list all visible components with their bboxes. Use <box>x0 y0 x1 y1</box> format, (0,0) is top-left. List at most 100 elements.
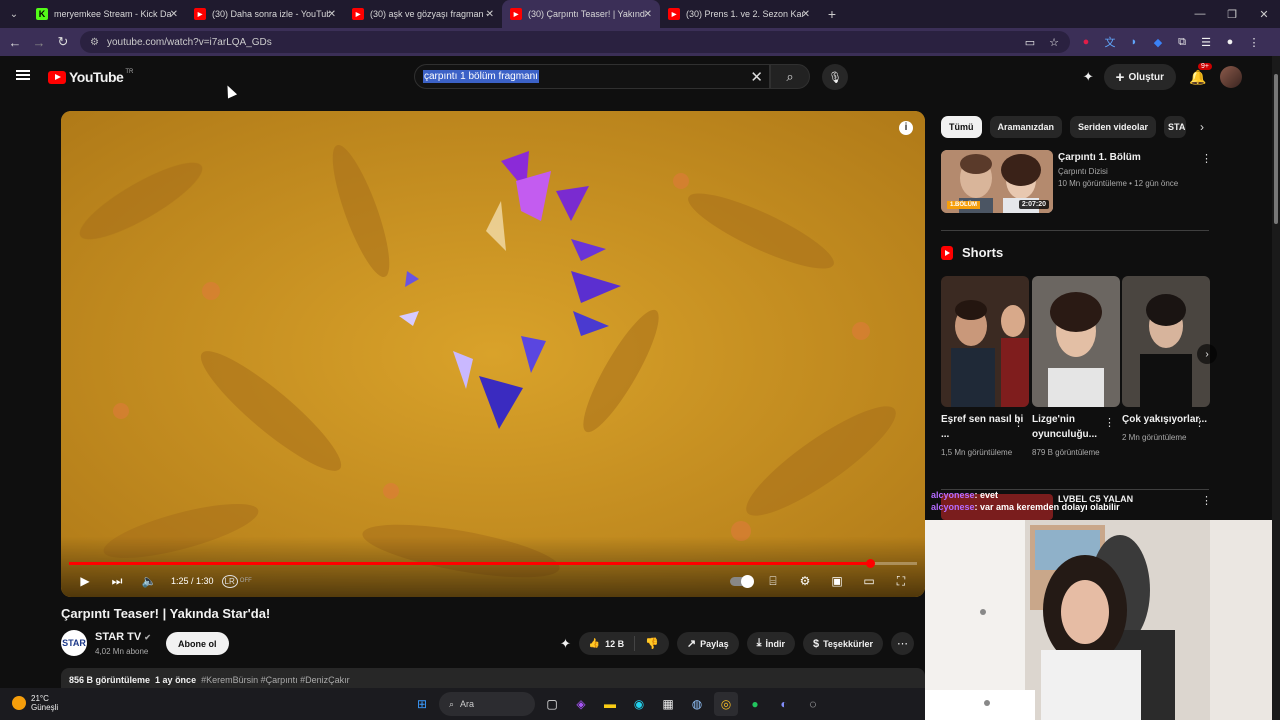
discord-icon[interactable]: ◐ <box>772 692 796 716</box>
subscribe-button[interactable]: Abone ol <box>166 632 229 655</box>
search-box[interactable]: çarpıntı 1 bölüm fragmanı ✕ <box>414 64 770 89</box>
close-window-icon[interactable]: ✕ <box>1248 0 1280 28</box>
scrubber-handle[interactable] <box>865 559 875 568</box>
store-icon[interactable]: ▦ <box>656 692 680 716</box>
short-thumbnail[interactable] <box>1032 276 1120 407</box>
recommended-channel[interactable]: Çarpıntı Dizisi <box>1058 167 1108 176</box>
extensions-puzzle-icon[interactable]: ⧉ <box>1170 36 1194 49</box>
miniplayer-icon[interactable]: ▣ <box>821 574 853 589</box>
page-scrollbar[interactable] <box>1272 56 1280 720</box>
reload-icon[interactable]: ↻ <box>51 34 75 50</box>
task-view-icon[interactable]: ▢ <box>540 692 564 716</box>
search-button[interactable]: ⌕ <box>770 64 810 89</box>
clear-search-icon[interactable]: ✕ <box>750 68 763 86</box>
play-icon[interactable]: ▶ <box>69 574 101 588</box>
restore-icon[interactable]: ❐ <box>1216 0 1248 28</box>
more-actions-button[interactable]: ⋯ <box>890 632 914 655</box>
tab-ask-ve-gozyasi[interactable]: ▶ (30) aşk ve gözyaşı fragman - Yo✕ <box>344 0 502 28</box>
more-vert-icon[interactable]: ⋮ <box>1194 416 1205 429</box>
ai-sparkle-icon[interactable]: ✦ <box>1083 69 1094 85</box>
reading-list-icon[interactable]: ☰ <box>1194 36 1218 49</box>
windows-start-icon[interactable]: ⊞ <box>410 692 434 716</box>
steam-icon[interactable]: ◍ <box>685 692 709 716</box>
ask-ai-icon[interactable]: ✦ <box>560 636 571 652</box>
subtitles-icon[interactable]: ⌸ <box>757 574 789 589</box>
chrome-icon[interactable]: ◎ <box>714 692 738 716</box>
more-vert-icon[interactable]: ⋮ <box>1013 416 1024 429</box>
more-vert-icon[interactable]: ⋮ <box>1201 152 1212 165</box>
volume-icon[interactable]: 🔈 <box>133 574 165 588</box>
short-item[interactable]: Çok yakışıyorlar... 2 Mn görüntüleme ⋮ <box>1122 276 1210 445</box>
back-icon[interactable]: ← <box>3 35 27 50</box>
site-info-icon[interactable]: ⚙ <box>90 37 99 48</box>
more-vert-icon[interactable]: ⋮ <box>1201 494 1212 507</box>
edge-icon[interactable]: ◉ <box>627 692 651 716</box>
chip-series[interactable]: Seriden videolar <box>1070 116 1157 138</box>
hashtags[interactable]: #KeremBürsin #Çarpıntı #DenizÇakır <box>201 675 350 685</box>
tab-prens[interactable]: ▶ (30) Prens 1. ve 2. Sezon Kamer ✕ <box>660 0 818 28</box>
chevron-right-icon[interactable]: › <box>1200 120 1204 134</box>
menu-icon[interactable] <box>16 70 30 80</box>
taskbar-search[interactable]: ⌕ Ara <box>439 692 535 716</box>
short-thumbnail[interactable] <box>1122 276 1210 407</box>
chip-all[interactable]: Tümü <box>941 116 982 138</box>
spotify-icon[interactable]: ● <box>743 692 767 716</box>
video-player[interactable]: i ▶ ⏭ 🔈 1:25 / 1:30 LR OFF ⌸ ⚙ ▣ ▭ ⛶ <box>61 111 925 597</box>
app-icon[interactable]: ◌ <box>801 692 825 716</box>
lr-toggle[interactable]: LR <box>221 574 238 588</box>
close-icon[interactable]: ✕ <box>802 9 810 20</box>
shorts-next-button[interactable]: › <box>1197 344 1217 364</box>
channel-name-row[interactable]: STAR TV ✔ <box>95 631 151 643</box>
tab-watch-later[interactable]: ▶ (30) Daha sonra izle - YouTube ✕ <box>186 0 344 28</box>
scrollbar-thumb[interactable] <box>1274 74 1278 224</box>
search-input[interactable]: çarpıntı 1 bölüm fragmanı <box>423 70 539 83</box>
theater-mode-icon[interactable]: ▭ <box>853 574 885 589</box>
close-icon[interactable]: ✕ <box>170 9 178 20</box>
tab-kick[interactable]: Kmeryemkee Stream - Kick Dashb✕ <box>28 0 186 28</box>
share-button[interactable]: ↗ Paylaş <box>676 632 739 655</box>
bookmark-star-icon[interactable]: ☆ <box>1042 36 1066 49</box>
extension-translate-icon[interactable]: 文 <box>1098 34 1122 50</box>
autoplay-toggle[interactable] <box>725 574 757 589</box>
recommended-title[interactable]: Çarpıntı 1. Bölüm <box>1058 152 1141 163</box>
minimize-icon[interactable]: — <box>1184 0 1216 28</box>
weather-widget[interactable]: 21°C Güneşli <box>12 694 58 712</box>
next-icon[interactable]: ⏭ <box>101 574 133 589</box>
close-icon[interactable]: ✕ <box>486 9 494 20</box>
file-explorer-icon[interactable]: ▬ <box>598 692 622 716</box>
extension-audio-icon[interactable]: ◗ <box>1122 36 1146 48</box>
tab-carpinti-teaser[interactable]: ▶ (30) Çarpıntı Teaser! | Yakında St✕ <box>502 0 660 28</box>
close-icon[interactable]: ✕ <box>328 9 336 20</box>
short-item[interactable]: Lizge'nin oyunculuğu... 879 B görüntülem… <box>1032 276 1120 460</box>
recommended-video[interactable]: 1.BÖLÜM 2:07:20 Çarpıntı 1. Bölüm Çarpın… <box>941 150 1212 214</box>
short-item[interactable]: Eşref sen nasıl bi ... 1,5 Mn görüntülem… <box>941 276 1029 460</box>
download-button[interactable]: ⤓ İndir <box>746 632 795 655</box>
extension-blue-icon[interactable]: ◆ <box>1146 36 1170 49</box>
cast-icon[interactable]: ▭ <box>1018 36 1042 49</box>
profile-icon[interactable]: ● <box>1218 36 1242 48</box>
tab-search-button[interactable]: ⌄ <box>0 0 28 28</box>
url-field[interactable]: ⚙ youtube.com/watch?v=i7arLQA_GDs <box>80 31 1070 53</box>
voice-search-button[interactable]: 🎙 <box>822 64 848 90</box>
account-avatar[interactable] <box>1220 66 1242 88</box>
create-button[interactable]: + Oluştur <box>1103 64 1176 90</box>
copilot-icon[interactable]: ◈ <box>569 692 593 716</box>
video-thumbnail[interactable]: 1.BÖLÜM 2:07:20 <box>941 150 1053 213</box>
channel-avatar[interactable]: STAR <box>61 630 87 656</box>
chip-from-search[interactable]: Aramanızdan <box>989 116 1063 138</box>
extension-red-icon[interactable]: ● <box>1074 36 1098 48</box>
dislike-button[interactable]: 👎 <box>635 637 669 650</box>
notifications-button[interactable]: 🔔 9+ <box>1186 62 1212 86</box>
progress-bar[interactable] <box>69 559 917 568</box>
new-tab-button[interactable]: + <box>818 6 846 22</box>
browser-menu-icon[interactable]: ⋮ <box>1242 36 1266 49</box>
settings-icon[interactable]: ⚙ <box>789 574 821 589</box>
more-vert-icon[interactable]: ⋮ <box>1104 416 1115 429</box>
like-button[interactable]: 👍 12 B <box>579 636 636 651</box>
channel-name[interactable]: STAR TV <box>95 631 141 643</box>
info-icon[interactable]: i <box>899 121 913 135</box>
youtube-logo[interactable]: YouTube TR <box>48 69 133 85</box>
chip-star[interactable]: STA <box>1164 116 1187 138</box>
forward-icon[interactable]: → <box>27 35 51 50</box>
thanks-button[interactable]: $ Teşekkürler <box>802 632 883 655</box>
